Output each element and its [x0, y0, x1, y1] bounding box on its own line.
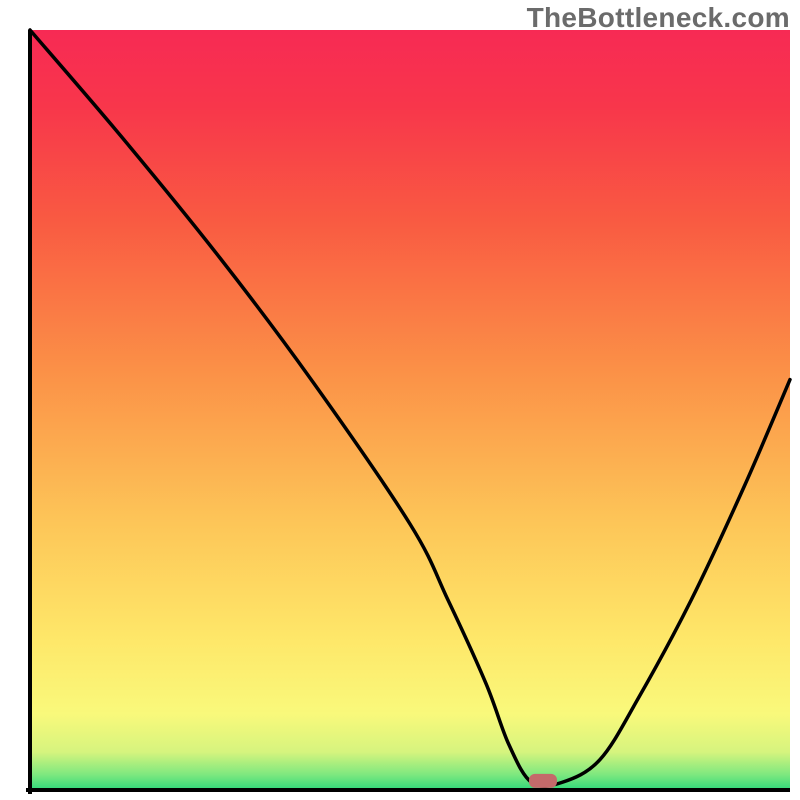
watermark-label: TheBottleneck.com: [527, 2, 790, 34]
optimum-marker: [529, 774, 557, 788]
chart-svg: [0, 0, 800, 800]
plot-background: [30, 30, 790, 790]
bottleneck-chart: TheBottleneck.com: [0, 0, 800, 800]
